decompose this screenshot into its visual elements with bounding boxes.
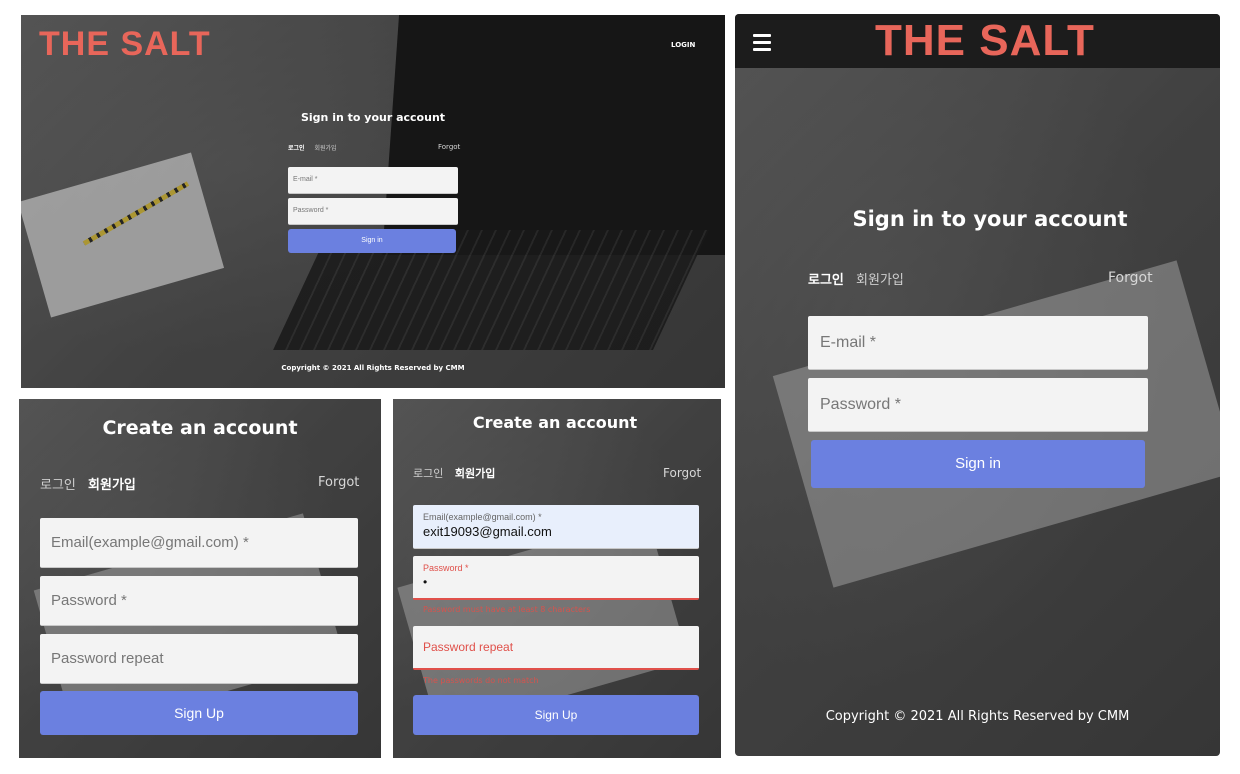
signup-button[interactable]: Sign Up (40, 691, 358, 735)
tab-login[interactable]: 로그인 (40, 478, 76, 493)
password-field[interactable]: Password * (288, 198, 458, 225)
tab-signup[interactable]: 회원가입 (856, 273, 904, 288)
signin-button[interactable]: Sign in (811, 440, 1145, 488)
email-field[interactable]: Email(example@gmail.com) * exit19093@gma… (413, 505, 699, 549)
password-placeholder: Password * (293, 207, 329, 214)
email-field[interactable]: Email(example@gmail.com) * (40, 518, 358, 568)
hamburger-menu-icon[interactable] (753, 34, 771, 55)
footer-copyright: Copyright © 2021 All Rights Reserved by … (825, 709, 1130, 724)
email-placeholder: E-mail * (293, 176, 318, 183)
desktop-signin-panel: THE SALT LOGIN Sign in to your account 로… (21, 15, 725, 388)
tab-login[interactable]: 로그인 (413, 467, 443, 480)
password-repeat-placeholder: Password repeat (51, 650, 164, 667)
password-field[interactable]: Password * • (413, 556, 699, 600)
signup-empty-panel: Create an account 로그인 회원가입 Forgot Email(… (19, 399, 381, 758)
tab-signup[interactable]: 회원가입 (455, 467, 495, 480)
tab-login[interactable]: 로그인 (808, 273, 844, 288)
password-placeholder: Password * (51, 592, 127, 609)
signin-button[interactable]: Sign in (288, 229, 456, 253)
password-field[interactable]: Password * (40, 576, 358, 626)
email-field[interactable]: E-mail * (808, 316, 1148, 370)
auth-tabs: 로그인 회원가입 (413, 465, 503, 481)
password-repeat-field[interactable]: Password repeat (413, 626, 699, 670)
signup-button[interactable]: Sign Up (413, 695, 699, 735)
page-title: Create an account (472, 413, 638, 432)
page-title: Sign in to your account (300, 111, 446, 124)
forgot-link[interactable]: Forgot (318, 475, 359, 490)
auth-tabs: 로그인 회원가입 (288, 143, 345, 152)
tab-signup[interactable]: 회원가입 (314, 145, 336, 152)
email-placeholder: E-mail * (820, 334, 877, 351)
nav-login-link[interactable]: LOGIN (671, 41, 695, 49)
forgot-link[interactable]: Forgot (438, 143, 460, 151)
signup-filled-panel: Create an account 로그인 회원가입 Forgot Email(… (393, 399, 721, 758)
email-placeholder: Email(example@gmail.com) * (51, 534, 249, 551)
password-error-text: Password must have at least 8 characters (423, 605, 591, 614)
password-label: Password * (423, 563, 469, 573)
tab-signup[interactable]: 회원가입 (88, 478, 136, 493)
password-placeholder: Password * (820, 396, 901, 413)
email-field[interactable]: E-mail * (288, 167, 458, 194)
footer-copyright: Copyright © 2021 All Rights Reserved by … (281, 364, 465, 372)
brand-logo[interactable]: THE SALT (39, 25, 211, 64)
email-value: exit19093@gmail.com (423, 524, 552, 539)
page-title: Sign in to your account (852, 207, 1128, 231)
forgot-link[interactable]: Forgot (1108, 270, 1153, 286)
password-field[interactable]: Password * (808, 378, 1148, 432)
tab-login[interactable]: 로그인 (288, 145, 305, 152)
password-value: • (423, 575, 428, 589)
page-title: Create an account (102, 417, 298, 439)
forgot-link[interactable]: Forgot (663, 466, 701, 480)
password-repeat-field[interactable]: Password repeat (40, 634, 358, 684)
auth-tabs: 로그인 회원가입 (808, 269, 912, 288)
password-repeat-error-text: The passwords do not match (423, 676, 539, 685)
brand-logo[interactable]: THE SALT (875, 16, 1095, 66)
email-label: Email(example@gmail.com) * (423, 512, 542, 522)
password-repeat-label: Password repeat (423, 640, 514, 654)
auth-tabs: 로그인 회원가입 (40, 474, 144, 493)
mobile-signin-panel: THE SALT Sign in to your account 로그인 회원가… (735, 14, 1220, 756)
